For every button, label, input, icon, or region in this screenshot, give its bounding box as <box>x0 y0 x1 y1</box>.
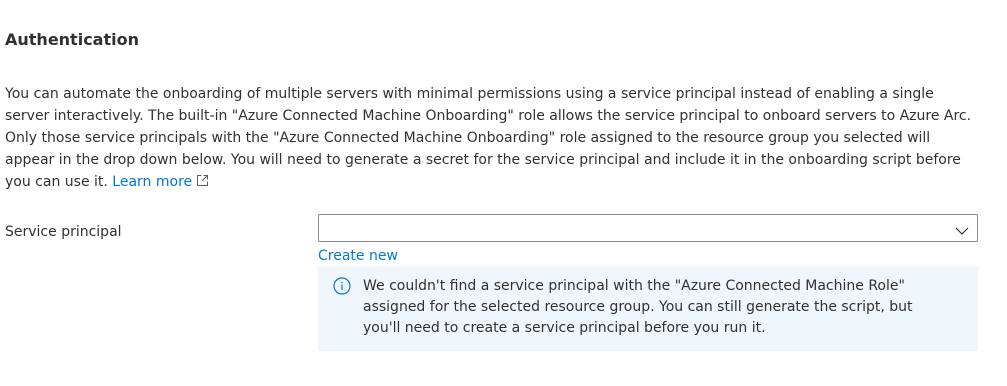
external-link-icon <box>196 172 209 194</box>
service-principal-label: Service principal <box>5 224 122 240</box>
create-new-link[interactable]: Create new <box>318 245 398 267</box>
learn-more-label: Learn more <box>112 174 193 190</box>
learn-more-link[interactable]: Learn more <box>112 174 209 190</box>
section-title: Authentication <box>5 30 139 49</box>
info-icon <box>333 277 351 299</box>
info-message-bar: We couldn't find a service principal wit… <box>318 266 978 351</box>
chevron-down-icon <box>955 222 969 241</box>
service-principal-dropdown[interactable] <box>318 214 978 242</box>
description-paragraph: You can automate the onboarding of multi… <box>5 83 975 194</box>
info-message-text: We couldn't find a service principal wit… <box>363 278 913 336</box>
